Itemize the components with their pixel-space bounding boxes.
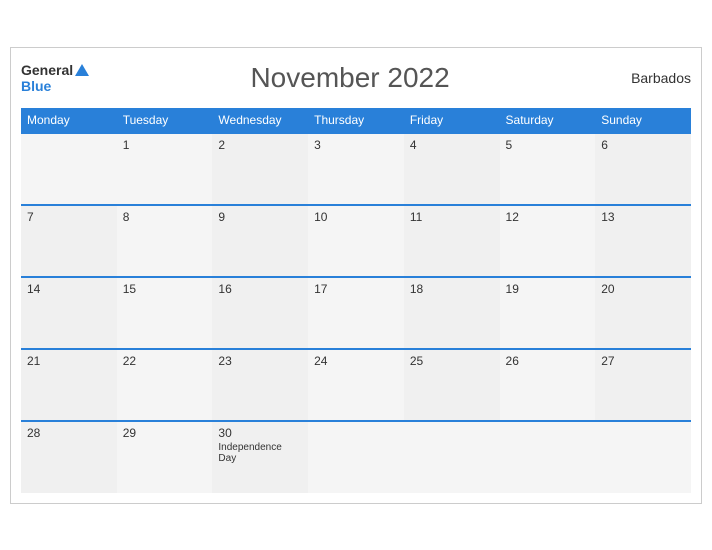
calendar-cell: 28 — [21, 421, 117, 493]
calendar-cell: 2 — [212, 133, 308, 205]
calendar-cell: 3 — [308, 133, 404, 205]
country-name: Barbados — [611, 70, 691, 86]
calendar-cell: 17 — [308, 277, 404, 349]
day-number: 9 — [218, 210, 302, 224]
day-number: 17 — [314, 282, 398, 296]
day-number: 23 — [218, 354, 302, 368]
day-number: 20 — [601, 282, 685, 296]
logo-line1: General — [21, 62, 89, 78]
day-number: 14 — [27, 282, 111, 296]
week-row-3: 14 15 16 17 18 19 20 — [21, 277, 691, 349]
day-number: 12 — [506, 210, 590, 224]
calendar-cell: 19 — [500, 277, 596, 349]
weekday-friday: Friday — [404, 108, 500, 133]
calendar-cell: 4 — [404, 133, 500, 205]
day-number: 15 — [123, 282, 207, 296]
calendar-grid: MondayTuesdayWednesdayThursdayFridaySatu… — [21, 108, 691, 493]
weekday-tuesday: Tuesday — [117, 108, 213, 133]
day-number: 19 — [506, 282, 590, 296]
calendar-body: 1234567891011121314151617181920212223242… — [21, 133, 691, 493]
calendar-cell: 24 — [308, 349, 404, 421]
logo-general: General — [21, 62, 73, 78]
week-row-1: 123456 — [21, 133, 691, 205]
calendar-cell: 21 — [21, 349, 117, 421]
calendar-head: MondayTuesdayWednesdayThursdayFridaySatu… — [21, 108, 691, 133]
calendar-cell: 18 — [404, 277, 500, 349]
calendar-cell: 14 — [21, 277, 117, 349]
logo-line2: Blue — [21, 78, 51, 94]
day-number: 24 — [314, 354, 398, 368]
calendar-cell: 8 — [117, 205, 213, 277]
calendar-cell — [595, 421, 691, 493]
day-number: 29 — [123, 426, 207, 440]
day-number: 1 — [123, 138, 207, 152]
calendar-cell: 29 — [117, 421, 213, 493]
calendar-cell: 13 — [595, 205, 691, 277]
calendar-cell: 26 — [500, 349, 596, 421]
calendar-cell: 1 — [117, 133, 213, 205]
calendar-cell — [404, 421, 500, 493]
calendar-cell: 20 — [595, 277, 691, 349]
calendar-cell: 23 — [212, 349, 308, 421]
day-number: 8 — [123, 210, 207, 224]
calendar-cell: 27 — [595, 349, 691, 421]
calendar-cell: 7 — [21, 205, 117, 277]
calendar-cell: 22 — [117, 349, 213, 421]
day-number: 5 — [506, 138, 590, 152]
calendar-cell: 30 Independence Day — [212, 421, 308, 493]
day-number: 3 — [314, 138, 398, 152]
calendar-cell — [500, 421, 596, 493]
day-number: 26 — [506, 354, 590, 368]
weekday-thursday: Thursday — [308, 108, 404, 133]
week-row-4: 21 22 23 24 25 26 27 — [21, 349, 691, 421]
calendar-cell: 11 — [404, 205, 500, 277]
week-row-2: 789 10 11 12 13 — [21, 205, 691, 277]
calendar-cell: 25 — [404, 349, 500, 421]
day-number: 6 — [601, 138, 685, 152]
calendar-cell — [308, 421, 404, 493]
logo-triangle-icon — [75, 64, 89, 76]
calendar-cell: 6 — [595, 133, 691, 205]
day-number: 25 — [410, 354, 494, 368]
day-number: 30 — [218, 426, 302, 440]
day-number: 13 — [601, 210, 685, 224]
day-number: 22 — [123, 354, 207, 368]
calendar-header: General Blue November 2022 Barbados — [21, 58, 691, 98]
month-title: November 2022 — [89, 62, 611, 94]
weekday-sunday: Sunday — [595, 108, 691, 133]
calendar-cell: 16 — [212, 277, 308, 349]
day-number: 27 — [601, 354, 685, 368]
calendar-cell: 9 — [212, 205, 308, 277]
day-number: 11 — [410, 210, 494, 224]
day-number: 28 — [27, 426, 111, 440]
weekday-saturday: Saturday — [500, 108, 596, 133]
day-number: 4 — [410, 138, 494, 152]
logo-blue: Blue — [21, 78, 51, 94]
weekday-monday: Monday — [21, 108, 117, 133]
holiday-label: Independence Day — [218, 442, 302, 464]
week-row-5: 28 29 30 Independence Day — [21, 421, 691, 493]
day-number: 2 — [218, 138, 302, 152]
calendar-cell — [21, 133, 117, 205]
calendar-cell: 10 — [308, 205, 404, 277]
day-number: 16 — [218, 282, 302, 296]
weekday-header-row: MondayTuesdayWednesdayThursdayFridaySatu… — [21, 108, 691, 133]
weekday-wednesday: Wednesday — [212, 108, 308, 133]
day-number: 18 — [410, 282, 494, 296]
calendar-cell: 15 — [117, 277, 213, 349]
logo: General Blue — [21, 62, 89, 94]
day-number: 21 — [27, 354, 111, 368]
calendar-cell: 5 — [500, 133, 596, 205]
calendar-cell: 12 — [500, 205, 596, 277]
day-number: 7 — [27, 210, 111, 224]
calendar-container: General Blue November 2022 Barbados Mond… — [10, 47, 702, 504]
day-number: 10 — [314, 210, 398, 224]
